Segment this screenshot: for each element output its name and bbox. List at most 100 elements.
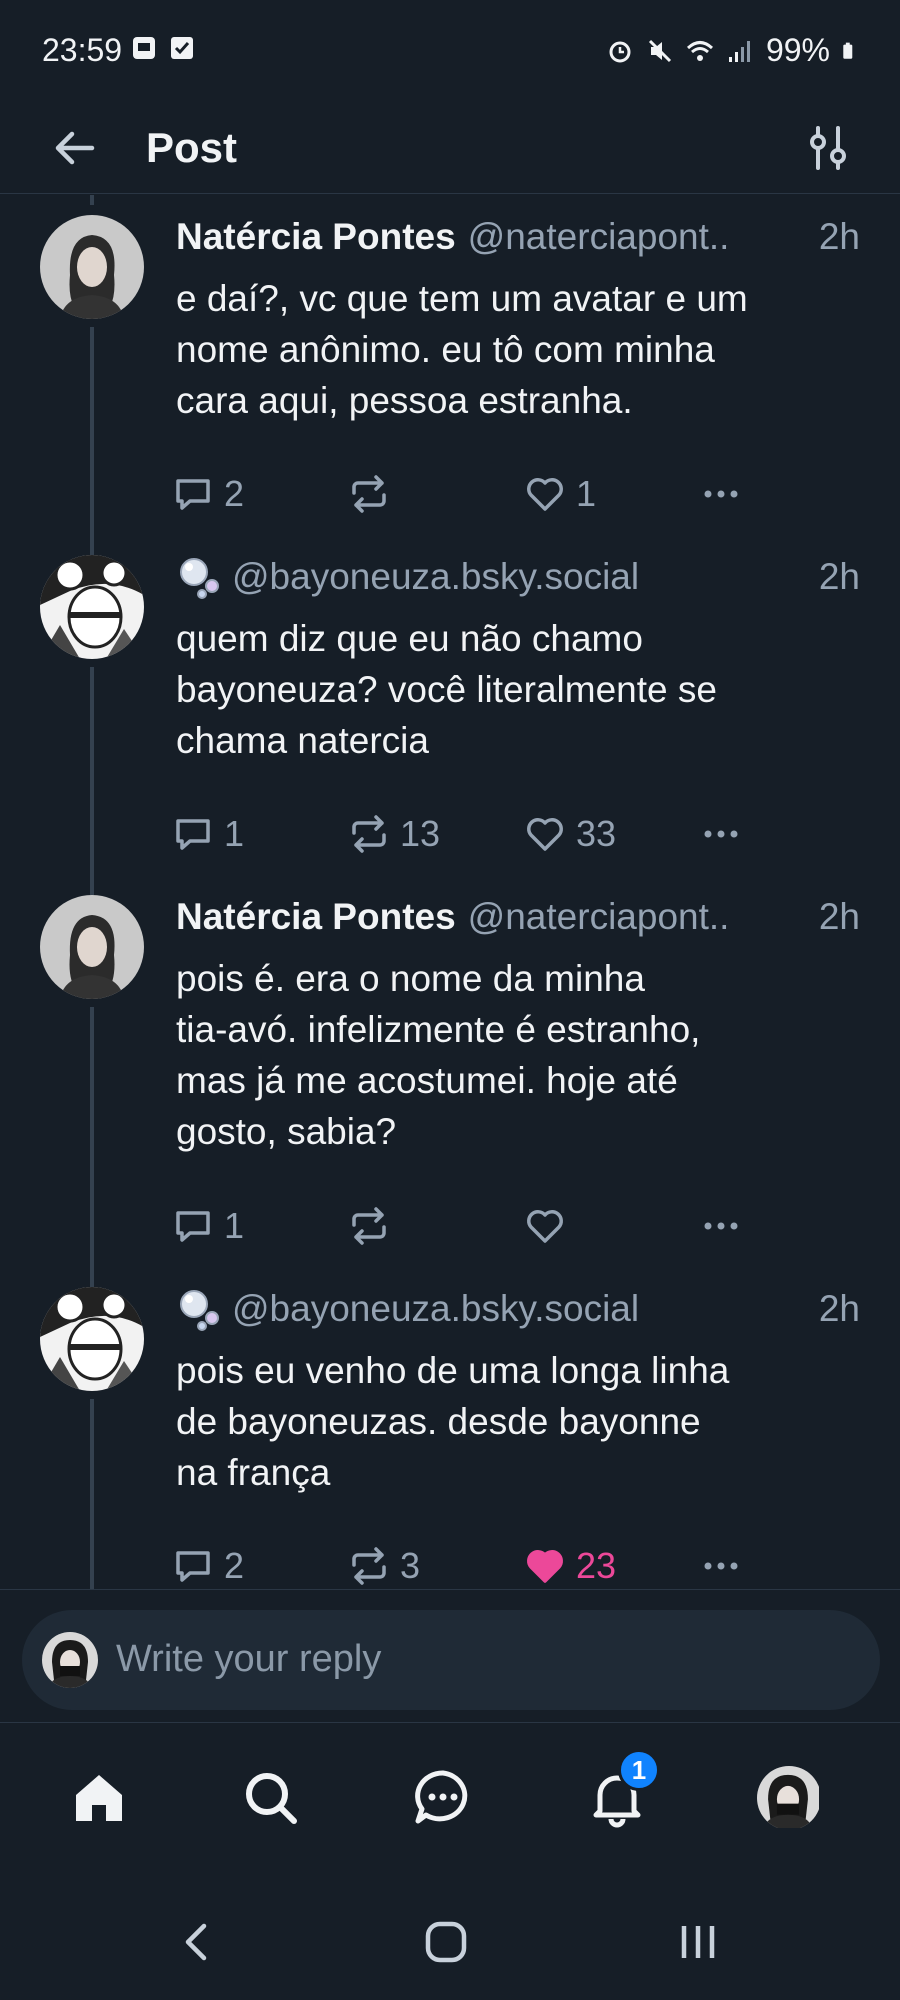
thread-post[interactable]: @bayoneuza.bsky.social 2h quem diz que e… <box>0 555 900 895</box>
repost-icon <box>352 815 386 853</box>
search-icon <box>246 1773 297 1824</box>
mute-icon <box>648 39 672 62</box>
nav-profile[interactable] <box>754 1763 824 1833</box>
thread-post[interactable]: Natércia Pontes @naterciapont.. 2h pois … <box>0 895 900 1287</box>
avatar-natercia[interactable] <box>40 895 144 999</box>
home-icon <box>76 1775 122 1821</box>
repost-button[interactable]: 13 <box>348 809 440 859</box>
post-header-row: @bayoneuza.bsky.social 2h <box>176 555 860 599</box>
author-name[interactable]: Natércia Pontes <box>176 216 456 258</box>
reply-count: 1 <box>224 1205 245 1246</box>
system-home-icon[interactable] <box>416 1912 476 1972</box>
page-title: Post <box>146 124 238 171</box>
reply-count: 2 <box>224 473 245 514</box>
repost-button[interactable] <box>348 1201 400 1251</box>
post-text: pois é. era o nome da minha tia-avó. inf… <box>176 958 701 1152</box>
reply-icon <box>176 1211 210 1242</box>
reply-icon <box>176 479 210 510</box>
author-handle[interactable]: @bayoneuza.bsky.social <box>232 556 639 598</box>
more-icon <box>704 1222 738 1230</box>
heart-filled-icon <box>527 1550 563 1583</box>
repost-button[interactable]: 3 <box>348 1541 421 1589</box>
battery-level: 99% <box>765 32 830 68</box>
post-time: 2h <box>818 556 860 597</box>
author-handle[interactable]: @naterciapont.. <box>468 896 730 938</box>
reply-count: 2 <box>224 1545 245 1586</box>
reply-icon <box>176 819 210 850</box>
status-time: 23:59 <box>42 32 123 68</box>
like-button[interactable]: 23 <box>524 1541 617 1589</box>
nav-notifications[interactable]: 1 <box>582 1749 660 1833</box>
author-handle[interactable]: @naterciapont.. <box>468 216 730 258</box>
system-back-icon[interactable] <box>166 1912 226 1972</box>
post-actions: 1 13 33 <box>172 809 772 859</box>
thread-connector <box>90 195 94 205</box>
reply-composer[interactable]: Write your reply <box>22 1610 880 1710</box>
bubbles-emoji-icon[interactable] <box>176 554 222 600</box>
post-time: 2h <box>818 896 860 937</box>
reply-button[interactable]: 2 <box>172 469 244 519</box>
reply-button[interactable]: 1 <box>172 809 244 859</box>
post-time: 2h <box>818 216 860 257</box>
repost-icon <box>352 475 386 513</box>
thread-connector <box>90 327 94 557</box>
checkbox-notification-icon <box>171 37 193 59</box>
more-options-button[interactable] <box>700 809 742 859</box>
my-avatar <box>42 1632 98 1688</box>
thread-post[interactable]: @bayoneuza.bsky.social 2h pois eu venho … <box>0 1287 900 1589</box>
repost-button[interactable] <box>348 469 400 519</box>
nav-home[interactable] <box>64 1763 134 1833</box>
reply-icon <box>176 1551 210 1582</box>
more-icon <box>704 830 738 838</box>
status-system-icons: 99% <box>606 32 860 69</box>
thread-settings-icon[interactable] <box>802 122 854 174</box>
avatar-bayoneuza[interactable] <box>40 1287 144 1391</box>
thread-connector <box>90 1399 94 1589</box>
post-header-row: Natércia Pontes @naterciapont.. 2h <box>176 895 860 939</box>
repost-count: 13 <box>400 813 441 854</box>
system-recents-icon[interactable] <box>668 1912 728 1972</box>
profile-avatar <box>757 1766 821 1830</box>
system-navigation-bar <box>0 1882 900 2000</box>
like-button[interactable]: 1 <box>524 469 596 519</box>
nav-messages[interactable] <box>408 1763 478 1833</box>
author-name[interactable]: Natércia Pontes <box>176 896 456 938</box>
thread-post[interactable]: Natércia Pontes @naterciapont.. 2h e daí… <box>0 215 900 557</box>
reply-input[interactable]: Write your reply <box>116 1638 381 1681</box>
more-options-button[interactable] <box>700 1541 742 1589</box>
post-actions: 2 3 23 <box>172 1541 772 1589</box>
avatar-natercia[interactable] <box>40 215 144 319</box>
thread-feed[interactable]: Natércia Pontes @naterciapont.. 2h e daí… <box>0 195 900 1590</box>
post-header-row: Natércia Pontes @naterciapont.. 2h <box>176 215 860 259</box>
alarm-icon <box>609 41 631 62</box>
post-time: 2h <box>818 1288 860 1329</box>
more-options-button[interactable] <box>700 1201 742 1251</box>
like-count: 33 <box>576 813 617 854</box>
back-arrow-icon[interactable] <box>48 122 100 174</box>
post-text: pois eu venho de uma longa linha de bayo… <box>176 1350 730 1493</box>
like-button[interactable]: 33 <box>524 809 616 859</box>
post-text: e daí?, vc que tem um avatar e um nome a… <box>176 278 748 421</box>
chat-icon <box>415 1770 468 1824</box>
repost-count: 3 <box>400 1545 421 1586</box>
post-text: quem diz que eu não chamo bayoneuza? voc… <box>176 618 717 761</box>
more-options-button[interactable] <box>700 469 742 519</box>
app-notification-icon <box>133 37 155 59</box>
post-actions: 1 <box>172 1201 772 1251</box>
avatar-bayoneuza[interactable] <box>40 555 144 659</box>
post-header: Post <box>0 100 900 194</box>
bubbles-emoji-icon[interactable] <box>176 1286 222 1332</box>
thread-connector <box>90 1007 94 1287</box>
heart-icon <box>527 1210 563 1243</box>
battery-icon <box>843 42 853 59</box>
like-button[interactable] <box>524 1201 576 1251</box>
reply-button[interactable]: 2 <box>172 1541 245 1589</box>
reply-button[interactable]: 1 <box>172 1201 244 1251</box>
post-header-row: @bayoneuza.bsky.social 2h <box>176 1287 860 1331</box>
author-handle[interactable]: @bayoneuza.bsky.social <box>232 1288 639 1330</box>
more-icon <box>704 1562 738 1570</box>
reply-count: 1 <box>224 813 245 854</box>
nav-search[interactable] <box>236 1763 306 1833</box>
like-count: 23 <box>576 1545 617 1586</box>
thread-connector <box>90 667 94 895</box>
